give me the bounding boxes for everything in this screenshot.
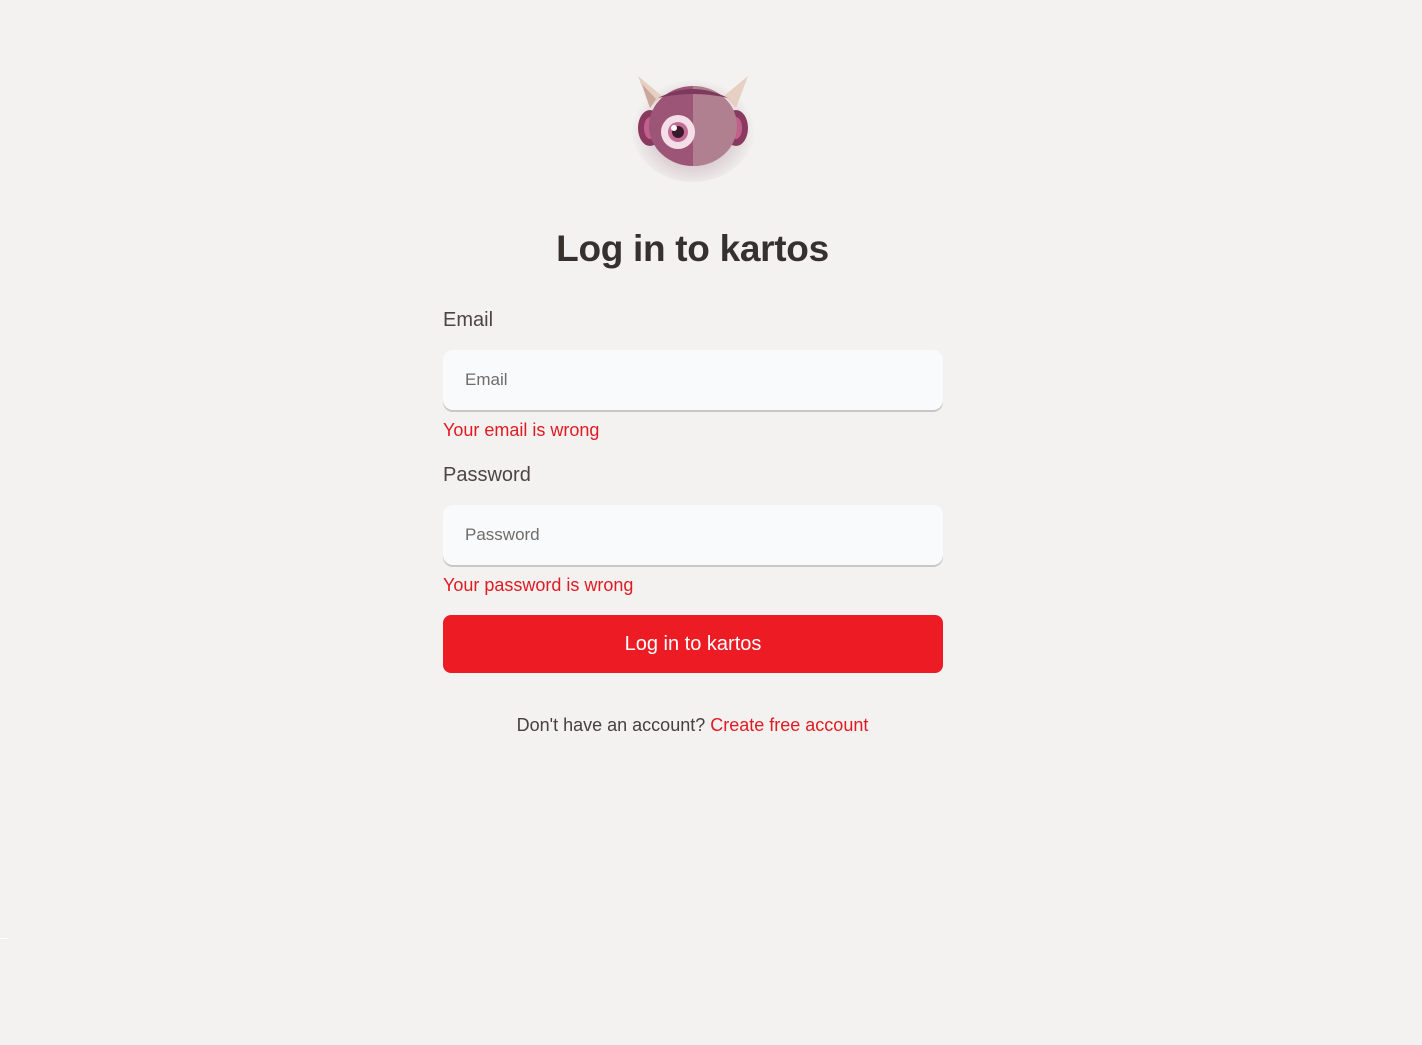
monster-mascot-icon [628, 66, 758, 184]
email-field[interactable] [443, 350, 943, 410]
email-error-message: Your email is wrong [443, 420, 600, 440]
password-error-message: Your password is wrong [443, 575, 634, 595]
email-group: Email Your email is wrong [443, 307, 943, 441]
password-group: Password Your password is wrong [443, 462, 943, 596]
signup-prompt-text: Don't have an account? [516, 715, 706, 735]
signup-prompt: Don't have an account? Create free accou… [0, 715, 1385, 736]
email-label: Email [443, 309, 494, 331]
password-label: Password [443, 464, 531, 486]
page-title: Log in to kartos [556, 228, 829, 269]
create-account-link[interactable]: Create free account [710, 715, 868, 735]
password-field[interactable] [443, 505, 943, 565]
login-button[interactable]: Log in to kartos [443, 615, 943, 673]
edge-divider [0, 938, 8, 939]
login-page: Log in to kartos Email Your email is wro… [0, 0, 1422, 1045]
